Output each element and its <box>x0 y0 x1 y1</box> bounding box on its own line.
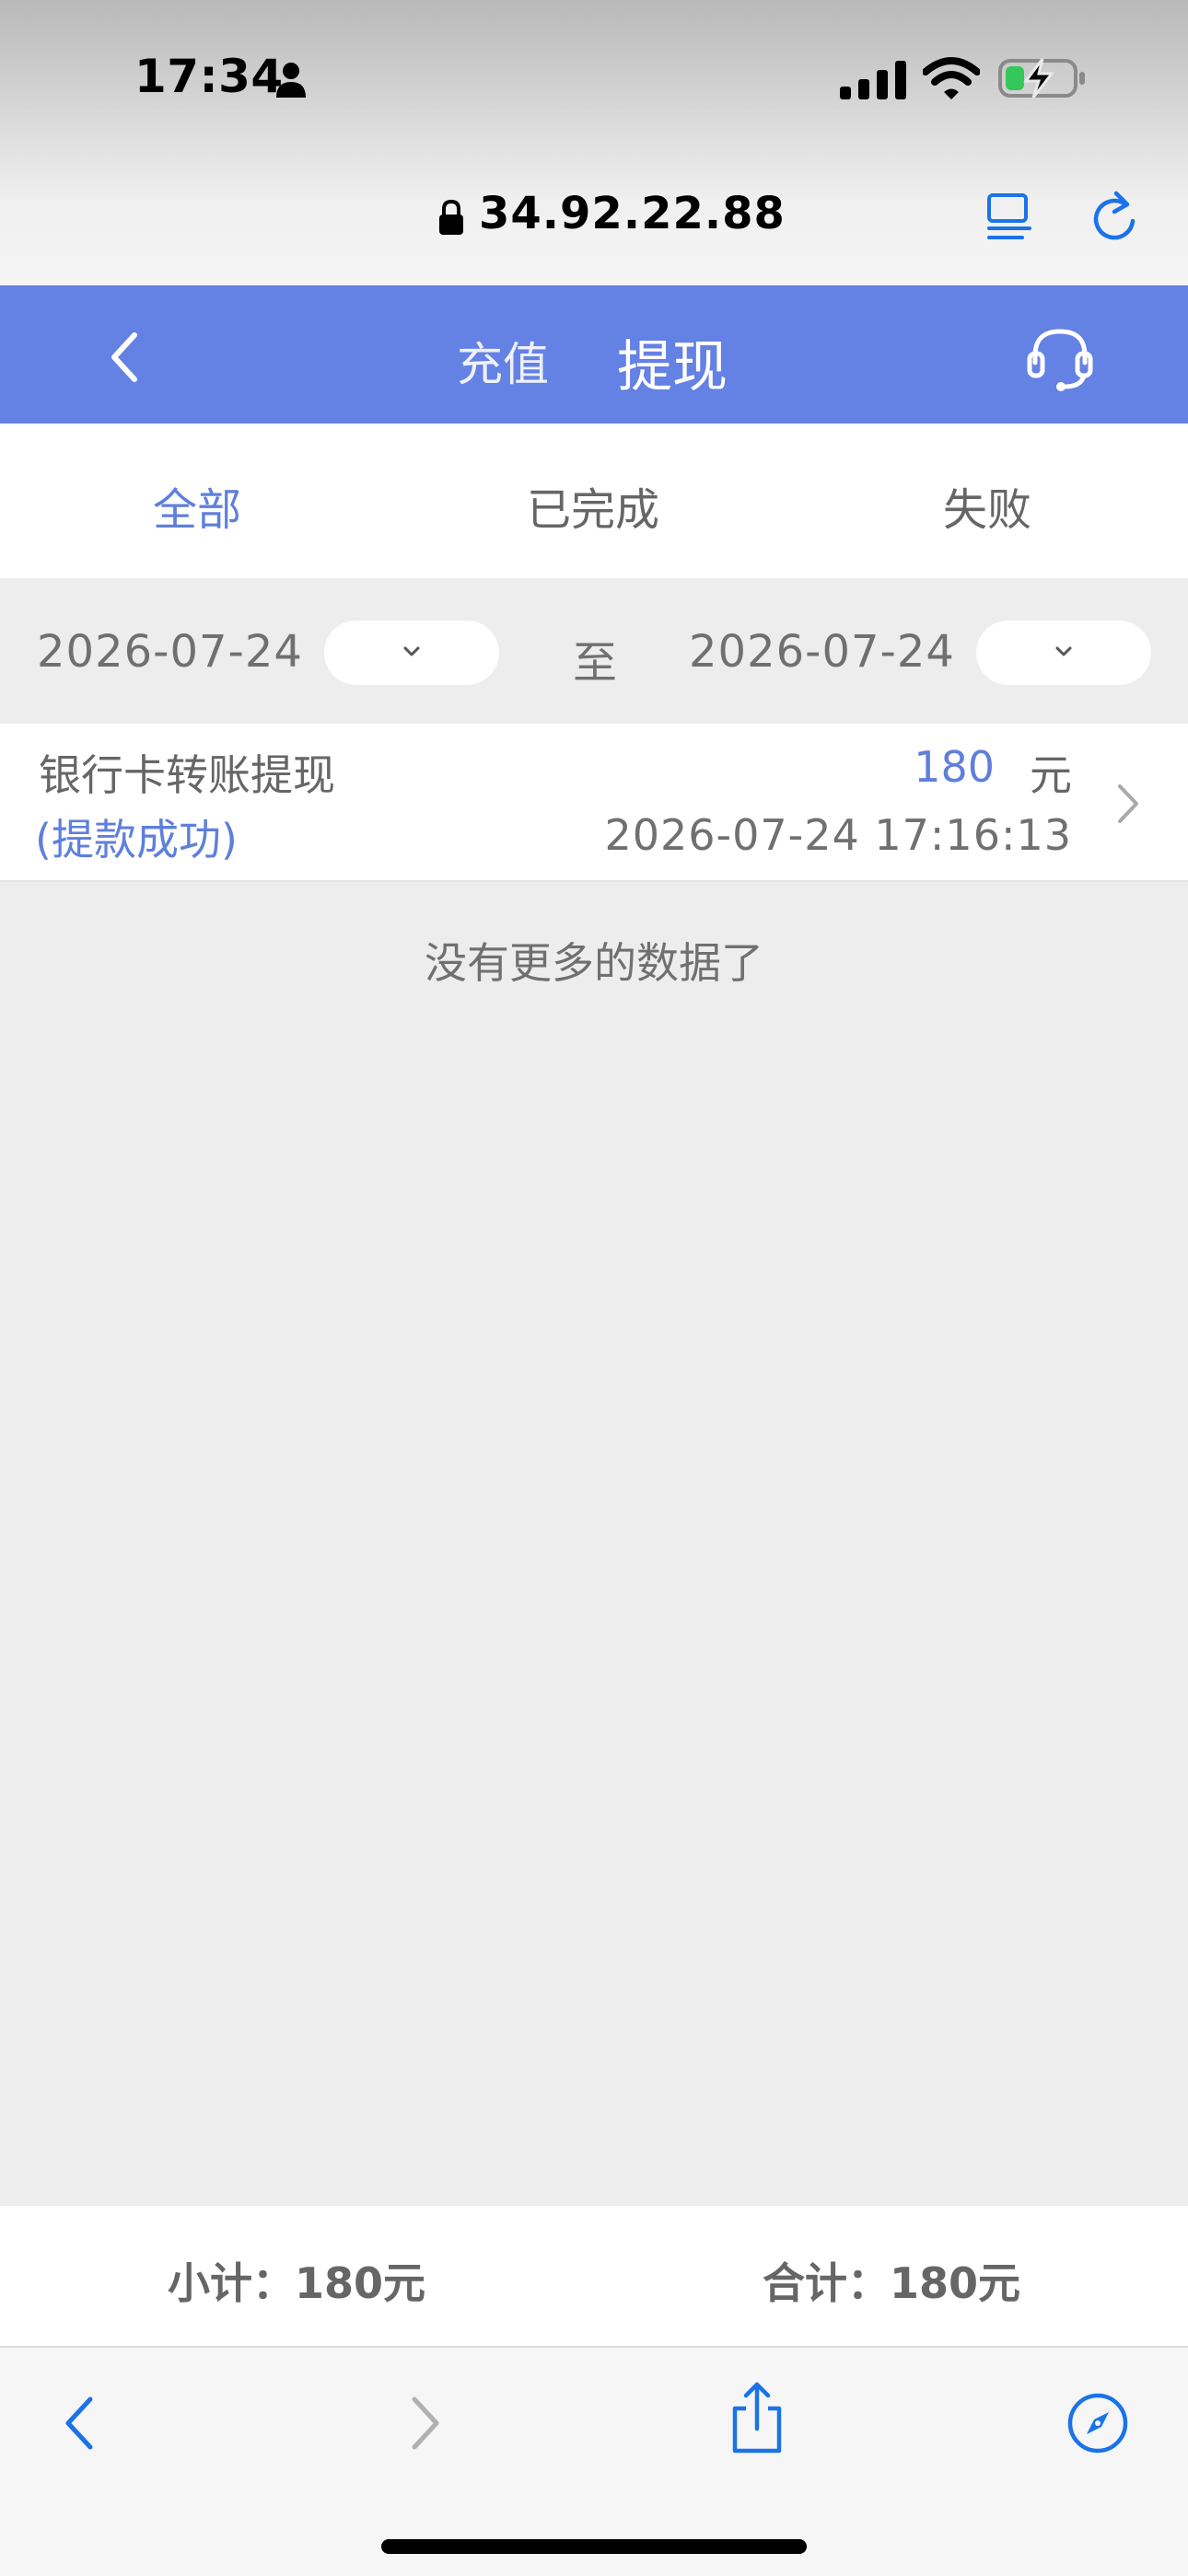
filter-tab-all[interactable]: 全部 <box>153 473 241 538</box>
start-date[interactable]: 2026-07-24 <box>37 626 303 678</box>
app-header: 充值 提现 <box>0 285 1188 424</box>
reload-icon[interactable] <box>1089 186 1140 243</box>
reader-mode-icon[interactable] <box>985 190 1033 241</box>
subtotal: 小计：180元 <box>168 2258 426 2308</box>
record-amount: 180 <box>914 742 995 792</box>
signal-icon <box>840 61 906 99</box>
battery-charging-icon <box>998 58 1085 99</box>
back-arrow-icon[interactable] <box>103 328 146 387</box>
person-icon <box>276 63 306 98</box>
record-status: (提款成功) <box>35 815 238 864</box>
withdrawal-record-row[interactable]: 银行卡转账提现 (提款成功) 180 元 2026-07-24 17:16:13 <box>0 724 1188 882</box>
totals-bar: 小计：180元 合计：180元 <box>0 2206 1188 2346</box>
browser-top-chrome: 17:34 34.92.22.88 <box>0 0 1188 285</box>
record-type: 银行卡转账提现 <box>39 750 335 800</box>
start-date-picker[interactable] <box>324 621 499 685</box>
chevron-down-icon <box>403 646 420 656</box>
lock-icon <box>439 199 463 235</box>
compass-icon[interactable] <box>1066 2392 1129 2454</box>
end-date[interactable]: 2026-07-24 <box>689 626 955 678</box>
url-text[interactable]: 34.92.22.88 <box>479 188 786 239</box>
customer-service-headset-icon[interactable] <box>1026 324 1094 392</box>
end-date-picker[interactable] <box>976 621 1151 685</box>
home-indicator <box>381 2539 807 2554</box>
chevron-right-icon <box>1118 784 1138 823</box>
date-range-row: 2026-07-24 至 2026-07-24 <box>0 578 1188 724</box>
record-unit: 元 <box>1030 750 1072 800</box>
record-time: 2026-07-24 17:16:13 <box>604 810 1072 860</box>
filter-tabs: 全部 已完成 失败 <box>0 424 1188 578</box>
filter-tab-failed[interactable]: 失败 <box>943 473 1031 538</box>
tab-recharge[interactable]: 充值 <box>457 328 549 394</box>
tab-withdraw[interactable]: 提现 <box>617 322 728 402</box>
status-time: 17:34 <box>134 50 284 103</box>
filter-tab-completed[interactable]: 已完成 <box>527 473 659 538</box>
forward-icon[interactable] <box>407 2394 444 2453</box>
no-more-data-text: 没有更多的数据了 <box>425 938 763 988</box>
back-icon[interactable] <box>61 2394 98 2453</box>
wifi-icon <box>923 57 980 99</box>
share-icon[interactable] <box>728 2381 786 2454</box>
grand-total: 合计：180元 <box>763 2258 1021 2308</box>
date-separator: 至 <box>573 637 618 689</box>
chevron-down-icon <box>1055 646 1072 656</box>
